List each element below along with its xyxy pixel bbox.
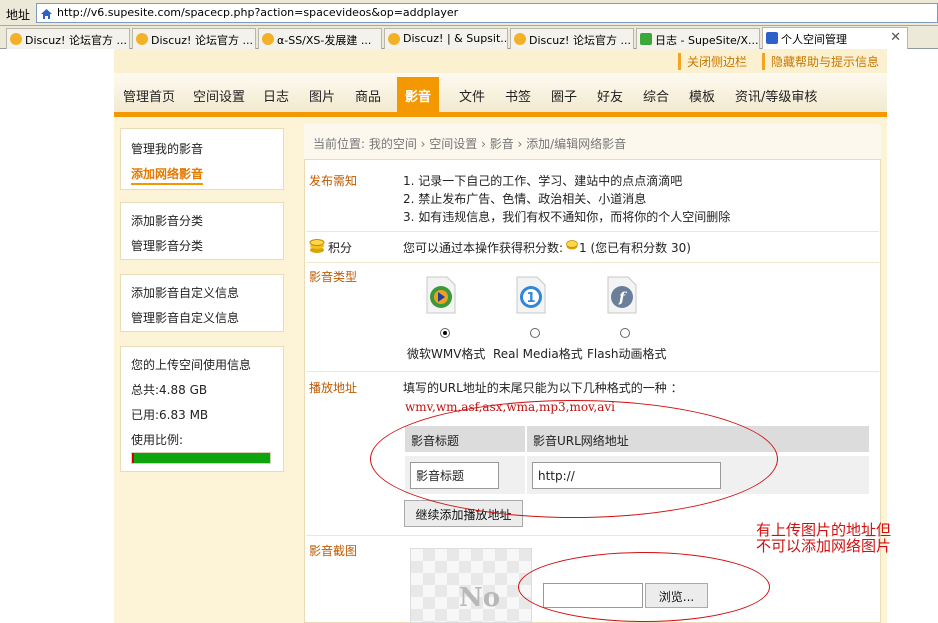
address-input[interactable]: http://v6.supesite.com/spacecp.php?actio… (36, 3, 938, 23)
tab-label: Discuz! 论坛官方 ... (151, 34, 253, 47)
browser-tab-active[interactable]: 个人空间管理 ✕ (762, 27, 908, 49)
no-image-thumbnail: No (410, 548, 532, 623)
divider (306, 371, 879, 372)
usage-total: 总共:4.88 GB (131, 383, 208, 397)
tab-label: α-SS/XS-发展建 ... (277, 34, 372, 47)
nav-item[interactable]: 管理首页 (123, 86, 175, 105)
sidebar-item-add-video[interactable]: 添加网络影音 (131, 165, 204, 185)
browser-tab[interactable]: 日志 - SupeSite/X... (636, 28, 760, 49)
hide-help-link[interactable]: 隐藏帮助与提示信息 (762, 53, 879, 70)
page-tab-icon (640, 33, 652, 45)
discuz-tab-icon (262, 33, 274, 45)
nav-item[interactable]: 圈子 (551, 86, 577, 105)
real-media-icon: 1 (516, 276, 546, 314)
nav-item-active[interactable]: 影音 (397, 77, 440, 117)
notice-line: 1. 记录一下自己的工作、学习、建站中的点点滴滴吧 (403, 174, 683, 188)
usage-ratio-label: 使用比例: (131, 433, 184, 447)
browser-tab[interactable]: α-SS/XS-发展建 ... (258, 28, 382, 49)
annotation-text: 不可以添加网络图片 (756, 537, 892, 555)
credits-text: 您可以通过本操作获得积分数: (403, 241, 564, 255)
nav-item[interactable]: 文件 (459, 86, 485, 105)
divider (306, 231, 879, 232)
radio-real-media[interactable] (530, 328, 540, 338)
sidebar-item-manage-videos[interactable]: 管理我的影音 (131, 140, 203, 157)
screenshot-label: 影音截图 (309, 544, 358, 558)
option-label-wmv: 微软WMV格式 (407, 347, 486, 361)
tab-label: Discuz! 论坛官方 ... (25, 34, 127, 47)
discuz-tab-icon (136, 33, 148, 45)
option-label-flash: Flash动画格式 (587, 347, 667, 361)
coin-icon (566, 240, 578, 250)
sidebar-item-manage-category[interactable]: 管理影音分类 (131, 237, 203, 254)
tab-label: Discuz! | & Supsit... (403, 32, 508, 45)
annotation-ellipse (518, 552, 770, 622)
thumbnail-text: No (459, 583, 501, 613)
notice-label: 发布需知 (309, 174, 358, 188)
usage-used: 已用:6.83 MB (131, 408, 209, 422)
usage-progress-fill (132, 453, 134, 463)
credits-label: 积分 (328, 241, 353, 255)
radio-flash[interactable] (620, 328, 630, 338)
notice-line: 2. 禁止发布广告、色情、政治相关、小道消息 (403, 192, 647, 206)
radio-wmv[interactable] (440, 328, 450, 338)
address-label: 地址 (6, 8, 31, 22)
tab-label: 日志 - SupeSite/X... (655, 34, 759, 47)
nav-item[interactable]: 综合 (643, 86, 669, 105)
nav-item[interactable]: 资讯/等级审核 (735, 86, 817, 105)
nav-item[interactable]: 日志 (263, 86, 289, 105)
nav-item[interactable]: 商品 (355, 86, 381, 105)
option-label-real-media: Real Media格式 (493, 347, 583, 361)
nav-item[interactable]: 模板 (689, 86, 715, 105)
usage-title: 您的上传空间使用信息 (131, 358, 252, 372)
sidebar-item-manage-custom[interactable]: 管理影音自定义信息 (131, 309, 239, 326)
nav-item[interactable]: 好友 (597, 86, 623, 105)
coins-icon (309, 239, 325, 253)
credits-value: 1 (您已有积分数 30) (579, 241, 691, 255)
play-url-hint: 填写的URL地址的末尾只能为以下几种格式的一种 ： (403, 381, 683, 395)
tab-label: Discuz! 论坛官方 ... (529, 34, 631, 47)
play-url-label: 播放地址 (309, 381, 358, 395)
video-type-label: 影音类型 (309, 270, 358, 284)
ie-page-icon (41, 9, 52, 19)
usage-progress-bar (131, 452, 271, 464)
tab-strip: Discuz! 论坛官方 ... Discuz! 论坛官方 ... α-SS/X… (0, 26, 938, 49)
browser-tab[interactable]: Discuz! 论坛官方 ... (132, 28, 256, 49)
divider (306, 262, 879, 263)
browser-tab[interactable]: Discuz! 论坛官方 ... (6, 28, 130, 49)
breadcrumb-text: 当前位置: 我的空间 › 空间设置 › 影音 › 添加/编辑网络影音 (313, 137, 627, 151)
nav-item[interactable]: 图片 (309, 86, 335, 105)
browser-tab[interactable]: Discuz! | & Supsit... (384, 28, 508, 49)
notice-line: 3. 如有违规信息，我们有权不通知你，而将你的个人空间删除 (403, 210, 731, 224)
discuz-tab-icon (10, 33, 22, 45)
browser-tab[interactable]: Discuz! 论坛官方 ... (510, 28, 634, 49)
wmv-icon (426, 276, 456, 314)
svg-text:1: 1 (526, 291, 535, 306)
flash-icon: f (607, 276, 637, 314)
sidebar-item-add-custom[interactable]: 添加影音自定义信息 (131, 284, 239, 301)
nav-item[interactable]: 书签 (505, 86, 531, 105)
close-tab-icon[interactable]: ✕ (890, 30, 901, 45)
discuz-tab-icon (514, 33, 526, 45)
ie-tab-icon (766, 32, 778, 44)
annotation-ellipse (370, 400, 778, 518)
close-sidebar-link[interactable]: 关闭侧边栏 (678, 53, 747, 70)
sidebar-item-add-category[interactable]: 添加影音分类 (131, 212, 203, 229)
discuz-tab-icon (388, 33, 400, 45)
tab-label: 个人空间管理 (781, 33, 847, 46)
address-url: http://v6.supesite.com/spacecp.php?actio… (57, 6, 459, 19)
nav-item[interactable]: 空间设置 (193, 86, 245, 105)
address-bar: 地址 http://v6.supesite.com/spacecp.php?ac… (0, 0, 938, 26)
